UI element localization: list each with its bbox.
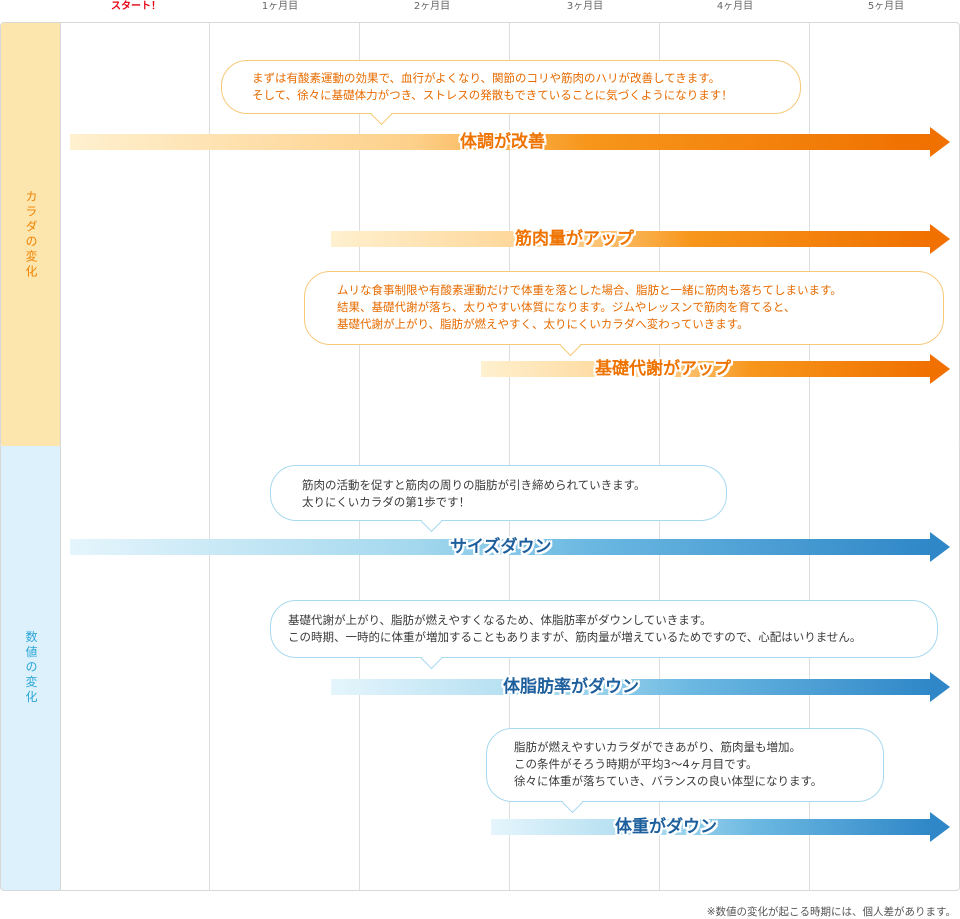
- timeline-month-3: 3ヶ月目: [566, 1, 604, 12]
- footnote: ※数値の変化が起こる時期には、個人差があります。: [706, 906, 956, 918]
- grid-line: [209, 23, 210, 447]
- body-changes-panel: カラダの変化 まずは有酸素運動の効果で、血行がよくなり、関節のコリや筋肉のハリが…: [0, 22, 960, 448]
- progress-arrow: 体調が改善: [70, 127, 950, 157]
- arrow-head: [930, 127, 950, 157]
- progress-arrow: 基礎代謝がアップ: [481, 354, 950, 384]
- bubble-text-line: 結果、基礎代謝が落ち、太りやすい体質になります。ジムやレッスンで筋肉を育てると、: [337, 300, 796, 314]
- arrow-head: [930, 224, 950, 254]
- arrow-label: 体脂肪率がダウン: [503, 677, 639, 697]
- timeline-month-1: 1ヶ月目: [261, 1, 299, 12]
- bubble-text-line: 太りにくいカラダの第1歩です！: [302, 495, 471, 509]
- bubble-text-line: 基礎代謝が上がり、脂肪が燃えやすくなるため、体脂肪率がダウンしていきます。: [288, 613, 712, 627]
- arrow-label: サイズダウン: [450, 537, 552, 557]
- arrow-label: 体重がダウン: [615, 817, 717, 837]
- progress-arrow: 筋肉量がアップ: [331, 224, 950, 254]
- arrow-head: [930, 672, 950, 702]
- progress-arrow: 体脂肪率がダウン: [331, 672, 950, 702]
- numbers-changes-side: 数値の変化: [1, 446, 61, 890]
- timeline-month-5: 5ヶ月目: [867, 1, 905, 12]
- bubble-text-line: まずは有酸素運動の効果で、血行がよくなり、関節のコリや筋肉のハリが改善してきます…: [252, 71, 721, 85]
- numbers-changes-label: 数値の変化: [24, 630, 38, 706]
- bubble-text-line: 徐々に体重が落ちていき、バランスの良い体型になります。: [514, 774, 823, 788]
- timeline-month-4: 4ヶ月目: [716, 1, 754, 12]
- arrow-label: 基礎代謝がアップ: [595, 359, 731, 379]
- bubble-text-line: 脂肪が燃えやすいカラダができあがり、筋肉量も増加。: [514, 740, 802, 754]
- timeline-header: スタート！ 1ヶ月目 2ヶ月目 3ヶ月目 4ヶ月目 5ヶ月目: [0, 0, 960, 22]
- body-changes-label: カラダの変化: [24, 190, 38, 280]
- speech-bubble: 筋肉の活動を促すと筋肉の周りの脂肪が引き締められていきます。 太りにくいカラダの…: [270, 465, 727, 533]
- progress-arrow: 体重がダウン: [491, 812, 950, 842]
- bubble-text-line: この時期、一時的に体重が増加することもありますが、筋肉量が増えているためですので…: [288, 630, 862, 644]
- bubble-text-line: この条件がそろう時期が平均3〜4ヶ月目です。: [514, 757, 758, 771]
- arrow-head: [930, 812, 950, 842]
- grid-line: [209, 446, 210, 890]
- arrow-head: [930, 354, 950, 384]
- arrow-label: 筋肉量がアップ: [515, 229, 634, 249]
- timeline-month-2: 2ヶ月目: [413, 1, 451, 12]
- body-changes-side: カラダの変化: [1, 23, 61, 447]
- numbers-changes-panel: 数値の変化 筋肉の活動を促すと筋肉の周りの脂肪が引き締められていきます。 太りに…: [0, 446, 960, 891]
- arrow-head: [930, 532, 950, 562]
- progress-arrow: サイズダウン: [70, 532, 950, 562]
- speech-bubble: まずは有酸素運動の効果で、血行がよくなり、関節のコリや筋肉のハリが改善してきます…: [221, 60, 801, 126]
- arrow-label: 体調が改善: [460, 132, 545, 152]
- bubble-text-line: そして、徐々に基礎体力がつき、ストレスの発散もできていることに気づくようになりま…: [252, 88, 733, 102]
- speech-bubble: 脂肪が燃えやすいカラダができあがり、筋肉量も増加。 この条件がそろう時期が平均3…: [486, 728, 884, 814]
- bubble-text-line: 筋肉の活動を促すと筋肉の周りの脂肪が引き締められていきます。: [302, 478, 646, 492]
- timeline-start-label: スタート！: [111, 1, 161, 12]
- speech-bubble: ムリな食事制限や有酸素運動だけで体重を落とした場合、脂肪と一緒に筋肉も落ちてしま…: [304, 271, 944, 357]
- speech-bubble: 基礎代謝が上がり、脂肪が燃えやすくなるため、体脂肪率がダウンしていきます。 この…: [270, 600, 938, 670]
- bubble-text-line: 基礎代謝が上がり、脂肪が燃えやすく、太りにくいカラダへ変わっていきます。: [337, 317, 749, 331]
- bubble-text-line: ムリな食事制限や有酸素運動だけで体重を落とした場合、脂肪と一緒に筋肉も落ちてしま…: [337, 283, 842, 297]
